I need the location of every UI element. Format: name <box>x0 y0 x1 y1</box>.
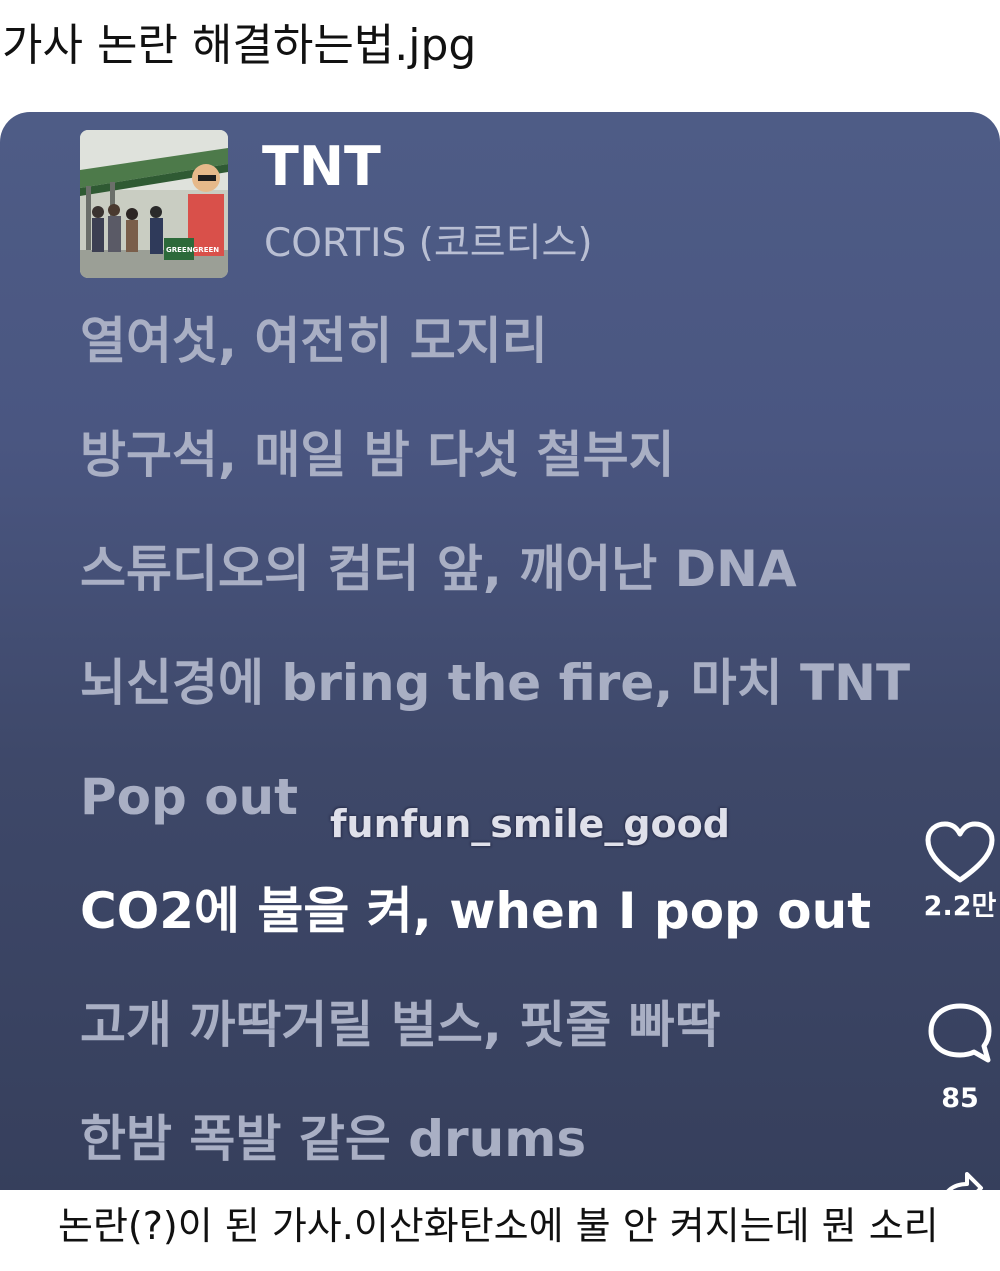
comment-bubble-icon[interactable] <box>925 1000 995 1070</box>
heart-icon[interactable] <box>924 820 996 890</box>
album-art[interactable]: GREENGREEN <box>80 130 228 278</box>
watermark: funfun_smile_good <box>330 802 730 846</box>
caption-bar: 논란(?)이 된 가사.이산화탄소에 불 안 켜지는데 뭔 소리 <box>0 1190 1000 1271</box>
page: 가사 논란 해결하는법.jpg GREENGREEN TNT CORTIS (코… <box>0 0 1000 1271</box>
song-artist[interactable]: CORTIS (코르티스) <box>264 212 593 276</box>
post-title: 가사 논란 해결하는법.jpg <box>2 20 477 71</box>
comment-count: 85 <box>941 1083 979 1114</box>
lyric-line[interactable]: 방구석, 매일 밤 다섯 철부지 <box>80 420 675 490</box>
lyric-line[interactable]: Pop out <box>80 762 298 832</box>
lyric-line[interactable]: 뇌신경에 bring the fire, 마치 TNT <box>80 648 910 718</box>
lyric-line-active[interactable]: CO2에 불을 켜, when I pop out <box>80 876 871 946</box>
lyrics-card: GREENGREEN TNT CORTIS (코르티스) 열여섯, 여전히 모지… <box>0 112 1000 1197</box>
album-art-image: GREENGREEN <box>80 130 228 278</box>
song-title: TNT <box>262 135 381 198</box>
like-count: 2.2만 <box>923 891 997 922</box>
lyric-line[interactable]: 열여섯, 여전히 모지리 <box>80 306 548 376</box>
post-caption: 논란(?)이 된 가사.이산화탄소에 불 안 켜지는데 뭔 소리 <box>58 1204 939 1248</box>
lyric-line[interactable]: 한밤 폭발 같은 drums <box>80 1104 586 1174</box>
lyric-line[interactable]: 스튜디오의 컴터 앞, 깨어난 DNA <box>80 534 797 604</box>
album-art-logo: GREENGREEN <box>166 246 219 254</box>
lyric-line[interactable]: 고개 까딱거릴 벌스, 핏줄 빠딱 <box>80 990 721 1060</box>
like-action[interactable]: 2.2만 <box>918 820 1000 924</box>
comment-action[interactable]: 85 <box>920 1000 1000 1116</box>
